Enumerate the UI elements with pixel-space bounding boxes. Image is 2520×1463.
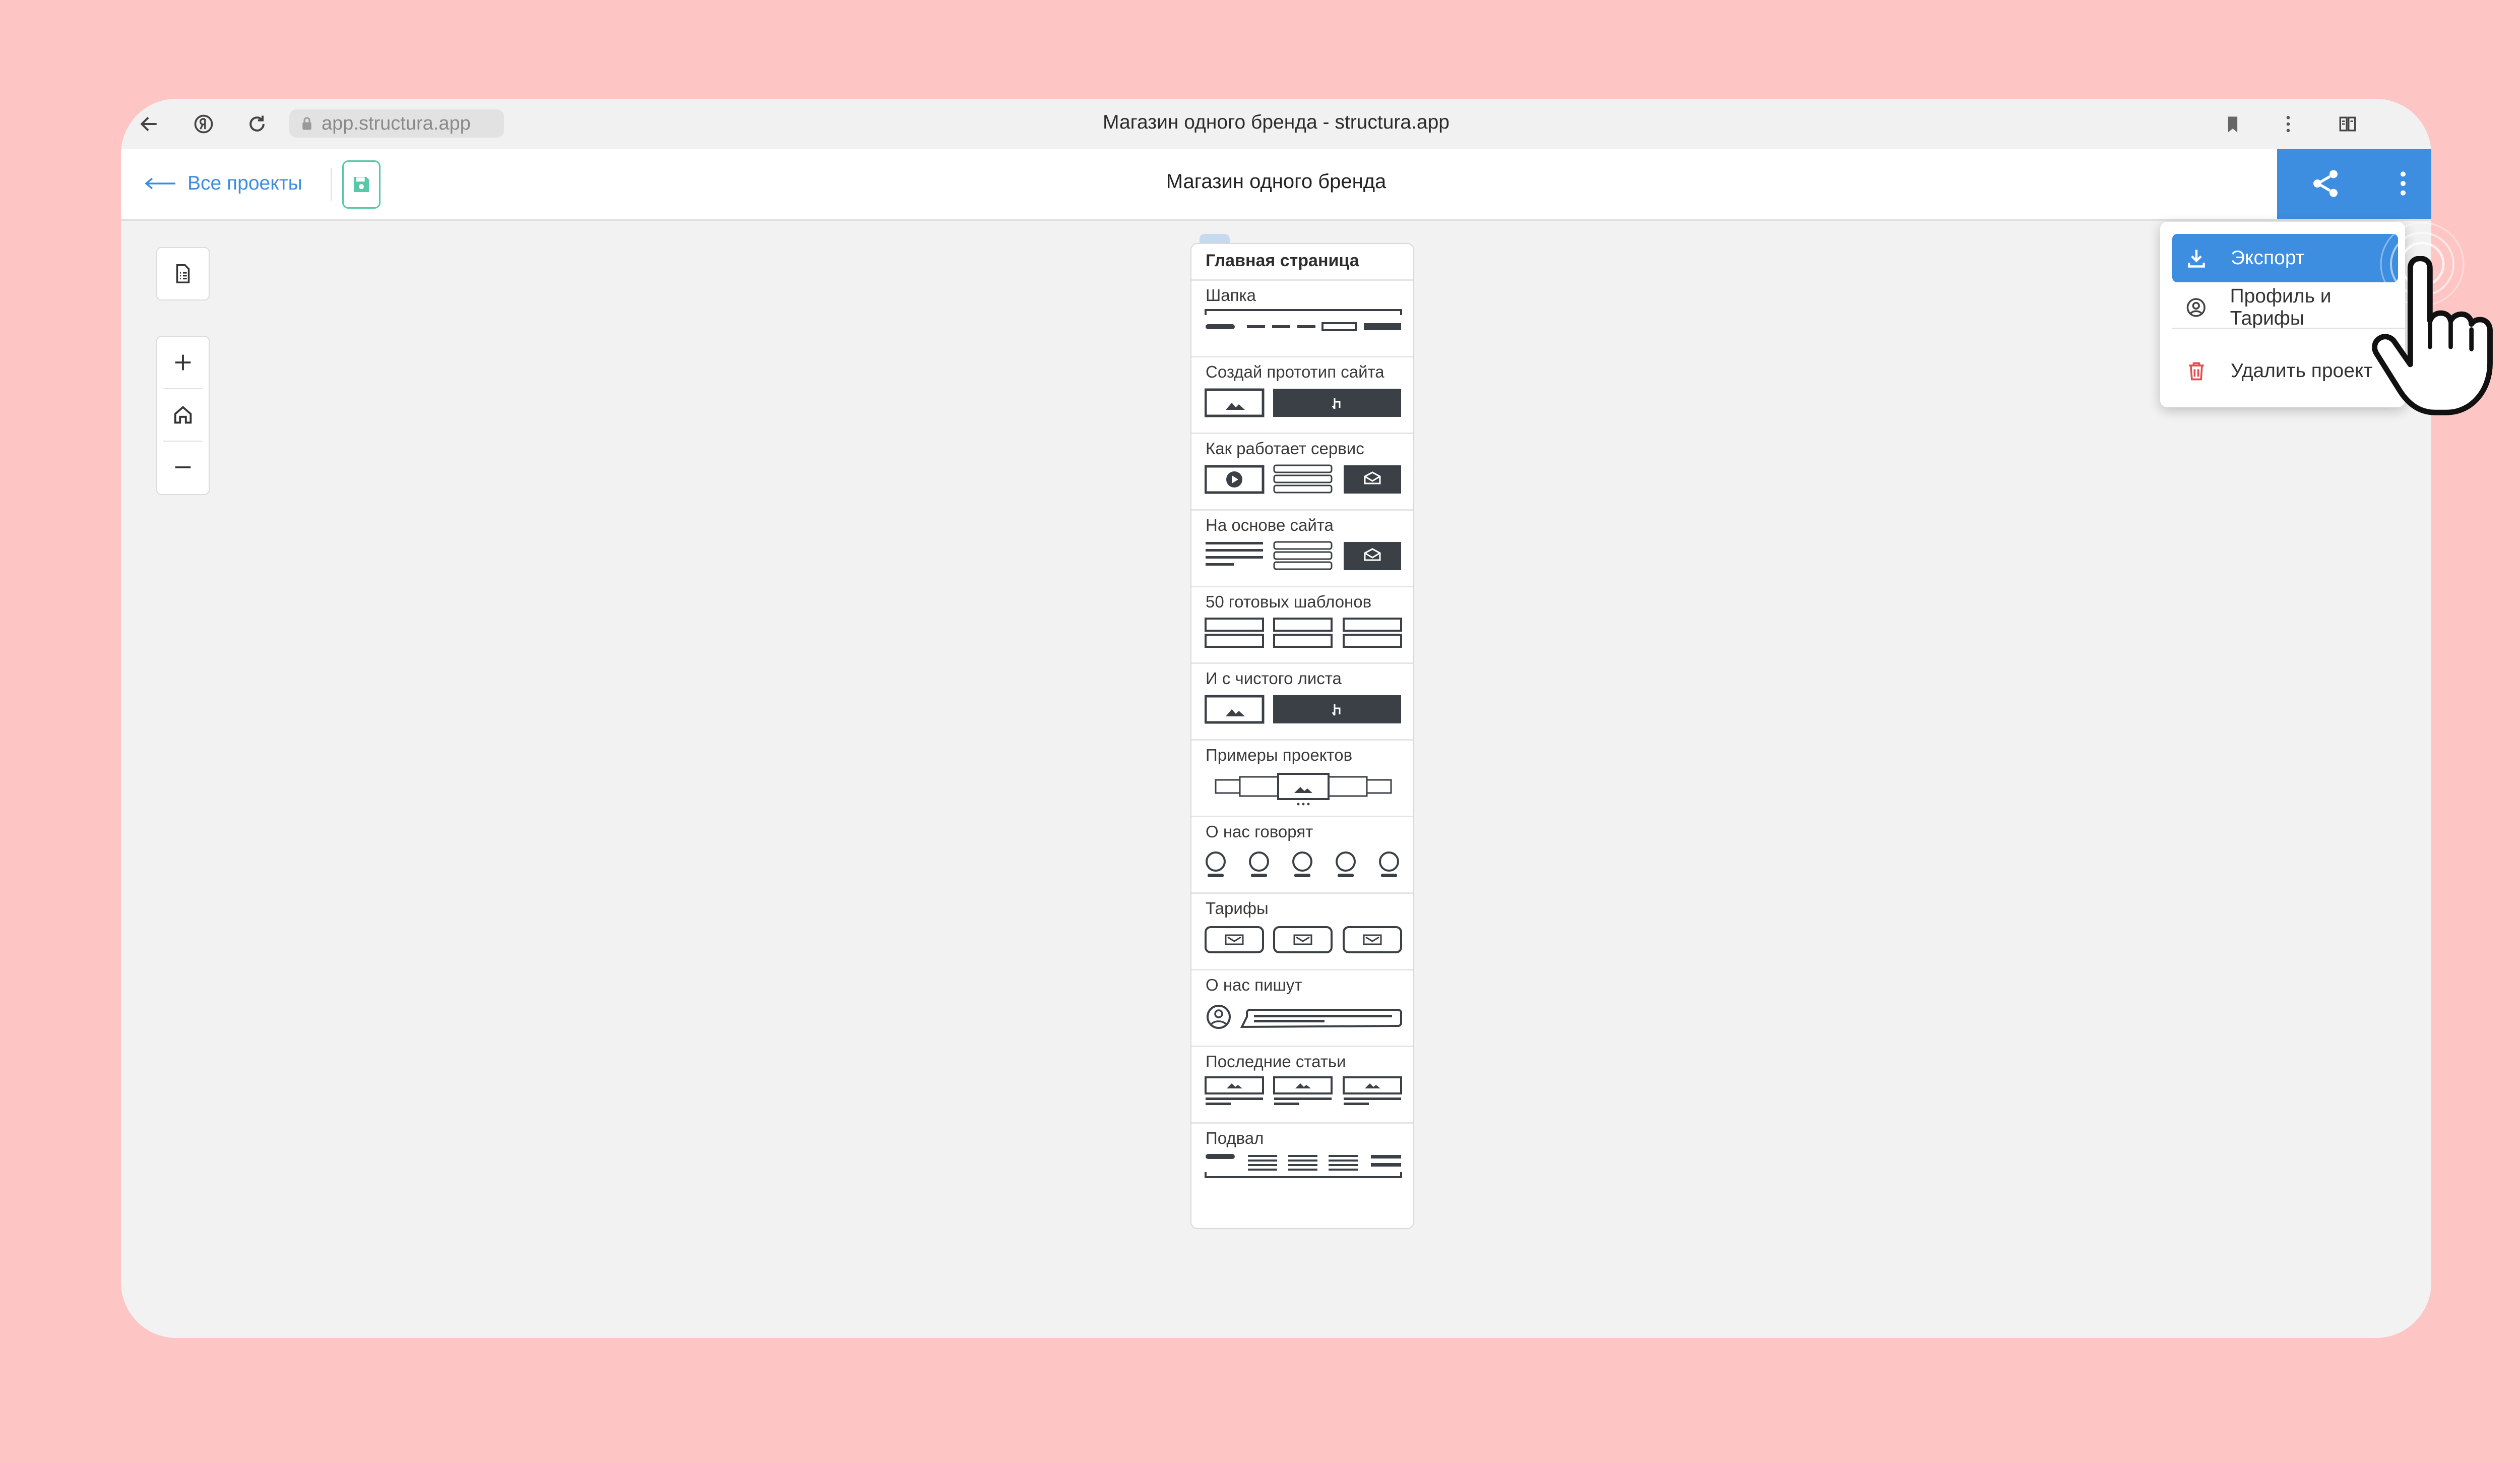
block-label: 50 готовых шаблонов	[1206, 592, 1372, 611]
block-footer[interactable]: Подвал	[1191, 1122, 1413, 1200]
zoom-out-icon[interactable]	[157, 442, 209, 493]
block-press[interactable]: О нас пишут	[1191, 969, 1413, 1047]
block-testimonials[interactable]: О нас говорят	[1191, 816, 1413, 894]
more-vertical-icon[interactable]	[2387, 167, 2419, 200]
block-how-it-works[interactable]: Как работает сервис	[1191, 433, 1413, 511]
block-blank-sheet[interactable]: И с чистого листа	[1191, 662, 1413, 741]
block-label: Как работает сервис	[1206, 439, 1364, 458]
three-cards-wireframe-icon	[1205, 618, 1402, 648]
block-hero[interactable]: Создай прототип сайта	[1191, 356, 1413, 434]
pages-panel-button[interactable]	[156, 247, 210, 300]
browser-window: app.structura.app Магазин одного бренда …	[121, 99, 2431, 1338]
project-title: Магазин одного бренда	[1166, 170, 1387, 193]
menu-item-export[interactable]: Экспорт	[2172, 234, 2398, 282]
menu-item-label: Удалить проект	[2231, 360, 2373, 382]
reader-mode-icon[interactable]	[2334, 110, 2362, 138]
text-list-form-wireframe-icon	[1206, 541, 1401, 570]
block-pricing[interactable]: Тарифы	[1191, 892, 1413, 970]
quote-wireframe-icon	[1207, 1005, 1402, 1029]
sitemap-card[interactable]: Главная страница Шапка Создай прототип с…	[1190, 243, 1414, 1229]
pricing-cards-wireframe-icon	[1205, 926, 1402, 953]
block-label: О нас пишут	[1206, 976, 1302, 994]
tab-title: Магазин одного бренда - structura.app	[1103, 111, 1450, 133]
image-and-button-wireframe-icon	[1205, 695, 1401, 724]
document-icon	[157, 248, 209, 299]
zoom-controls	[156, 336, 210, 495]
block-header[interactable]: Шапка	[1191, 279, 1413, 357]
browser-toolbar: app.structura.app Магазин одного бренда …	[121, 99, 2431, 149]
bookmark-icon[interactable]	[2219, 110, 2247, 138]
carousel-wireframe-icon	[1215, 773, 1392, 806]
zoom-in-icon[interactable]	[157, 337, 209, 388]
block-templates[interactable]: 50 готовых шаблонов	[1191, 586, 1413, 664]
block-label: И с чистого листа	[1206, 669, 1342, 688]
page-title: Главная страница	[1206, 251, 1359, 270]
block-label: Последние статьи	[1206, 1052, 1346, 1071]
block-label: Тарифы	[1206, 899, 1269, 918]
block-project-examples[interactable]: Примеры проектов	[1191, 739, 1413, 817]
trash-icon	[2189, 362, 2204, 381]
header-wireframe-icon	[1205, 309, 1402, 331]
image-and-button-wireframe-icon	[1205, 388, 1401, 417]
user-circle-icon	[2186, 298, 2206, 317]
home-icon[interactable]	[157, 389, 209, 441]
app-header: Все проекты Магазин одного бренда	[121, 149, 2431, 221]
block-label: Примеры проектов	[1206, 746, 1353, 764]
block-label: О нас говорят	[1206, 822, 1313, 841]
articles-wireframe-icon	[1205, 1076, 1402, 1105]
menu-item-label: Экспорт	[2231, 247, 2305, 269]
download-icon	[2188, 250, 2205, 268]
block-label: Подвал	[1206, 1129, 1264, 1147]
header-actions	[2277, 149, 2431, 219]
avatars-wireframe-icon	[1206, 851, 1399, 877]
block-based-on-site[interactable]: На основе сайта	[1191, 509, 1413, 587]
block-latest-articles[interactable]: Последние статьи	[1191, 1046, 1413, 1124]
video-list-form-wireframe-icon	[1205, 464, 1401, 494]
browser-menu-icon[interactable]	[2274, 110, 2302, 138]
block-label: На основе сайта	[1206, 516, 1334, 534]
hand-pointer-icon	[2372, 256, 2493, 415]
block-label: Шапка	[1206, 286, 1256, 304]
share-icon[interactable]	[2309, 167, 2342, 200]
block-label: Создай прототип сайта	[1206, 362, 1384, 381]
footer-wireframe-icon	[1205, 1154, 1402, 1178]
